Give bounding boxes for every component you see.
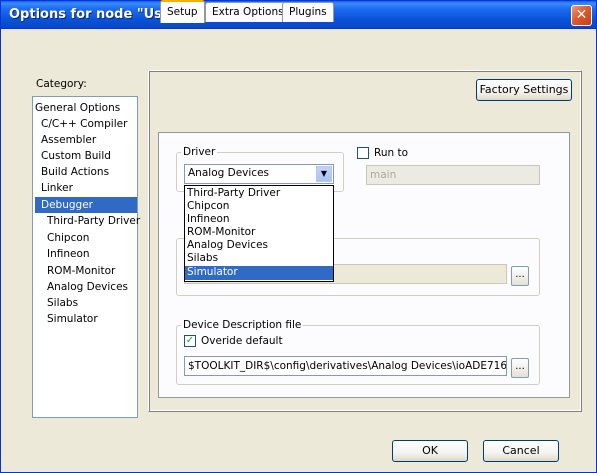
category-item-chipcon[interactable]: Chipcon <box>47 230 89 246</box>
tab-extra-options[interactable]: Extra Options <box>205 2 291 22</box>
cancel-button[interactable]: Cancel <box>483 440 559 462</box>
ok-button[interactable]: OK <box>392 440 468 462</box>
driver-select-value: Analog Devices <box>188 167 269 179</box>
run-to-label: Run to <box>374 147 409 159</box>
category-item-debugger[interactable]: Debugger <box>35 197 137 213</box>
setup-macros-browse-button[interactable]: ... <box>511 266 529 286</box>
category-item-c-compiler[interactable]: C/C++ Compiler <box>41 116 127 132</box>
device-description-browse-button[interactable]: ... <box>511 358 529 378</box>
driver-group-title: Driver <box>181 146 218 158</box>
factory-settings-button[interactable]: Factory Settings <box>476 79 572 101</box>
driver-option-chipcon[interactable]: Chipcon <box>185 200 333 212</box>
override-default-checkbox[interactable]: ✓ <box>184 335 196 347</box>
category-item-build-actions[interactable]: Build Actions <box>41 164 109 180</box>
driver-option-silabs[interactable]: Silabs <box>185 252 333 264</box>
device-description-title: Device Description file <box>181 319 304 331</box>
category-item-analog-devices[interactable]: Analog Devices <box>47 279 128 295</box>
run-to-input[interactable]: main <box>366 165 540 185</box>
driver-option-third-party-driver[interactable]: Third-Party Driver <box>185 187 333 199</box>
driver-select[interactable]: Analog Devices ▼ <box>184 164 334 184</box>
category-item-general-options[interactable]: General Options <box>35 100 135 116</box>
category-item-rom-monitor[interactable]: ROM-Monitor <box>47 263 115 279</box>
tab-plugins[interactable]: Plugins <box>282 2 334 22</box>
category-label: Category: <box>36 78 87 90</box>
driver-option-rom-monitor[interactable]: ROM-Monitor <box>185 226 333 238</box>
category-item-simulator[interactable]: Simulator <box>47 311 98 327</box>
device-description-group <box>176 325 540 385</box>
override-default-label: Overide default <box>201 335 283 347</box>
category-item-infineon[interactable]: Infineon <box>47 246 90 262</box>
category-item-assembler[interactable]: Assembler <box>41 132 96 148</box>
driver-option-analog-devices[interactable]: Analog Devices <box>185 239 333 251</box>
chevron-down-icon[interactable]: ▼ <box>316 166 332 182</box>
category-list[interactable]: General Options C/C++ Compiler Assembler… <box>32 96 140 418</box>
checkmark-icon: ✓ <box>185 335 195 346</box>
device-description-path-input[interactable]: $TOOLKIT_DIR$\config\derivatives\Analog … <box>184 356 507 376</box>
close-button[interactable]: ✕ <box>571 5 592 26</box>
run-to-checkbox[interactable] <box>357 147 369 159</box>
close-icon: ✕ <box>575 7 588 23</box>
category-item-custom-build[interactable]: Custom Build <box>41 148 111 164</box>
driver-option-simulator[interactable]: Simulator <box>185 266 333 280</box>
driver-dropdown-list[interactable]: Third-Party Driver Chipcon Infineon ROM-… <box>184 185 334 282</box>
category-item-third-party-driver[interactable]: Third-Party Driver <box>47 213 140 229</box>
category-item-silabs[interactable]: Silabs <box>47 295 78 311</box>
driver-option-infineon[interactable]: Infineon <box>185 213 333 225</box>
category-item-linker[interactable]: Linker <box>41 180 73 196</box>
tab-setup[interactable]: Setup <box>160 0 205 23</box>
